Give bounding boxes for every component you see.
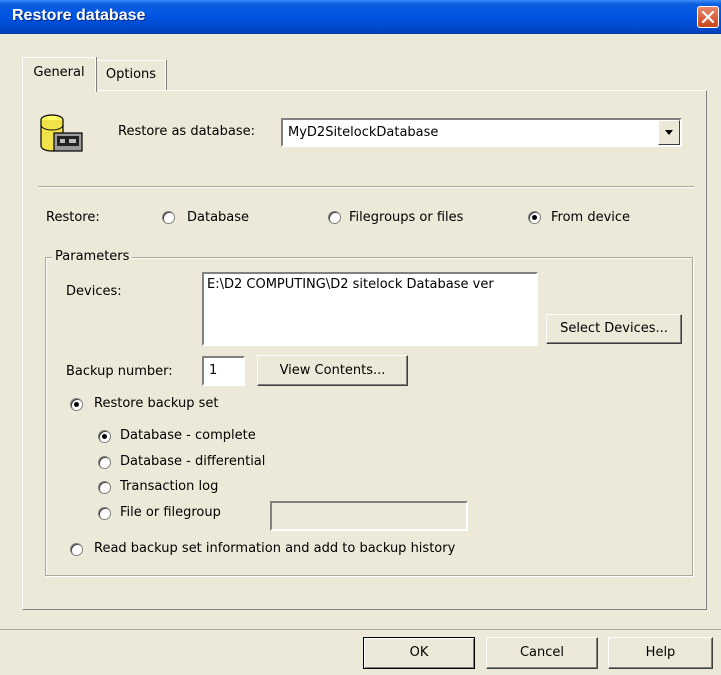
- restore-as-database-label: Restore as database:: [118, 124, 255, 139]
- section-divider: [38, 186, 694, 188]
- view-contents-button[interactable]: View Contents...: [257, 355, 408, 386]
- restore-from-device-radio-label[interactable]: From device: [551, 210, 630, 225]
- close-icon: [702, 11, 714, 23]
- chevron-down-icon: [665, 130, 673, 135]
- parameters-group-title: Parameters: [52, 249, 133, 264]
- restore-backup-set-label[interactable]: Restore backup set: [94, 396, 218, 411]
- database-icon: [40, 114, 83, 152]
- transaction-log-label[interactable]: Transaction log: [120, 479, 218, 494]
- footer-divider: [0, 629, 721, 630]
- restore-filegroups-radio-label[interactable]: Filegroups or files: [349, 210, 463, 225]
- restore-as-database-value[interactable]: MyD2SitelockDatabase: [288, 125, 438, 140]
- cancel-button[interactable]: Cancel: [486, 637, 598, 669]
- close-button[interactable]: [697, 6, 719, 28]
- read-backup-info-radio[interactable]: [70, 543, 83, 556]
- select-devices-button[interactable]: Select Devices...: [546, 314, 682, 344]
- restore-as-database-combo[interactable]: MyD2SitelockDatabase: [281, 118, 682, 147]
- backup-number-input[interactable]: 1: [202, 356, 245, 386]
- combo-dropdown-button[interactable]: [658, 120, 680, 145]
- title-bar[interactable]: Restore database: [0, 0, 721, 34]
- file-or-filegroup-input: [270, 501, 468, 531]
- device-path-item[interactable]: E:\D2 COMPUTING\D2 sitelock Database ver: [207, 277, 532, 292]
- restore-from-device-radio[interactable]: [528, 211, 541, 224]
- backup-number-value[interactable]: 1: [209, 363, 217, 378]
- database-complete-label[interactable]: Database - complete: [120, 428, 256, 443]
- ok-button[interactable]: OK: [363, 637, 475, 669]
- tab-general[interactable]: General: [22, 57, 96, 92]
- transaction-log-radio[interactable]: [98, 481, 111, 494]
- backup-number-label: Backup number:: [66, 364, 173, 379]
- restore-label: Restore:: [46, 210, 100, 225]
- restore-database-dialog: Restore database General Options Restore…: [0, 0, 721, 675]
- dialog-title: Restore database: [12, 7, 146, 24]
- restore-backup-set-radio[interactable]: [70, 398, 83, 411]
- file-or-filegroup-radio[interactable]: [98, 507, 111, 520]
- restore-database-radio[interactable]: [162, 211, 175, 224]
- database-complete-radio[interactable]: [98, 430, 111, 443]
- tab-options[interactable]: Options: [96, 60, 166, 90]
- devices-label: Devices:: [66, 284, 122, 299]
- devices-listbox[interactable]: E:\D2 COMPUTING\D2 sitelock Database ver: [202, 272, 538, 346]
- help-button[interactable]: Help: [608, 637, 713, 669]
- restore-filegroups-radio[interactable]: [328, 211, 341, 224]
- read-backup-info-label[interactable]: Read backup set information and add to b…: [94, 541, 455, 556]
- file-or-filegroup-label[interactable]: File or filegroup: [120, 505, 221, 520]
- restore-database-radio-label[interactable]: Database: [187, 210, 249, 225]
- database-differential-radio[interactable]: [98, 456, 111, 469]
- database-differential-label[interactable]: Database - differential: [120, 454, 265, 469]
